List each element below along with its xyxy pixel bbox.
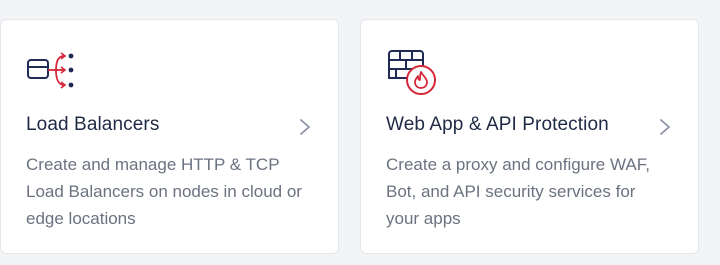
- load-balancers-card[interactable]: Load Balancers Create and manage HTTP & …: [0, 19, 339, 254]
- card-title: Load Balancers: [26, 114, 160, 135]
- chevron-right-icon[interactable]: [298, 118, 312, 136]
- card-description: Create a proxy and configure WAF, Bot, a…: [386, 155, 650, 228]
- chevron-right-icon[interactable]: [658, 118, 672, 136]
- load-balancer-icon: [27, 52, 74, 89]
- firewall-flame-icon: [388, 50, 436, 95]
- web-app-api-protection-card[interactable]: Web App & API Protection Create a proxy …: [360, 19, 699, 254]
- card-description: Create and manage HTTP & TCP Load Balanc…: [26, 155, 302, 228]
- card-title: Web App & API Protection: [386, 114, 609, 135]
